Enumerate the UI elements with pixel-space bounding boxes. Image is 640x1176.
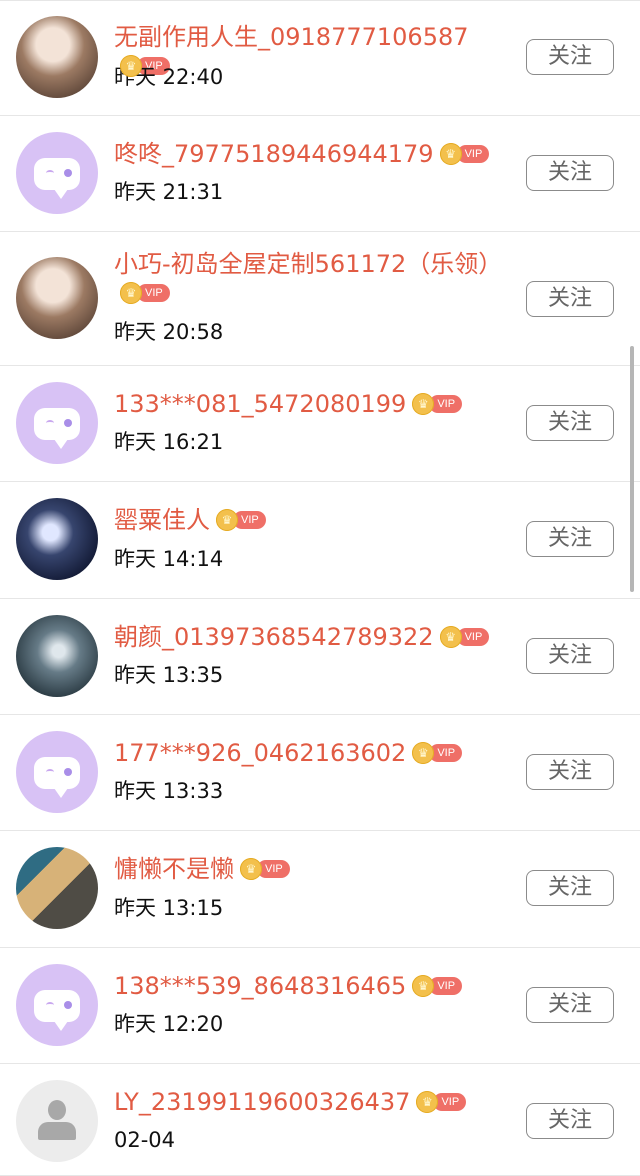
list-item[interactable]: 慵懒不是懒 ♛ VIP 昨天 13:15 关注 [0, 831, 640, 948]
avatar-eye-right [64, 419, 72, 427]
user-name-row: 133***081_5472080199 ♛ VIP [114, 390, 524, 419]
vip-badge: ♛ VIP [412, 393, 463, 415]
crown-icon: ♛ [120, 55, 142, 77]
list-item[interactable]: 无副作用人生_0918777106587 ♛ VIP 昨天 22:40 关注 [0, 0, 640, 116]
activity-time: 昨天 20:58 [114, 320, 224, 344]
user-name[interactable]: 138***539_8648316465 [114, 972, 406, 1000]
avatar[interactable] [16, 132, 98, 214]
activity-time: 昨天 13:35 [114, 663, 224, 687]
avatar[interactable] [16, 731, 98, 813]
avatar[interactable] [16, 964, 98, 1046]
avatar-eye-right [64, 768, 72, 776]
vip-badge: ♛ VIP [412, 742, 463, 764]
list-item[interactable]: 朝颜_01397368542789322 ♛ VIP 昨天 13:35 关注 [0, 599, 640, 715]
follow-button[interactable]: 关注 [526, 638, 614, 674]
vip-badge: ♛ VIP [439, 626, 490, 648]
crown-icon: ♛ [240, 858, 262, 880]
list-item[interactable]: 罂粟佳人 ♛ VIP 昨天 14:14 关注 [0, 482, 640, 599]
activity-time: 昨天 13:15 [114, 896, 224, 920]
user-name[interactable]: 咚咚_79775189446944179 [114, 140, 434, 168]
user-name[interactable]: 无副作用人生_0918777106587 [114, 23, 469, 51]
avatar[interactable] [16, 382, 98, 464]
activity-time: 昨天 14:14 [114, 547, 224, 571]
vip-badge: ♛ VIP [240, 858, 290, 880]
avatar-eye-left [46, 420, 54, 426]
follow-button[interactable]: 关注 [526, 1103, 614, 1139]
list-item[interactable]: 177***926_0462163602 ♛ VIP 昨天 13:33 关注 [0, 715, 640, 831]
avatar-eye-left [46, 170, 54, 176]
user-name[interactable]: 朝颜_01397368542789322 [114, 623, 434, 651]
user-name-row: 慵懒不是懒 ♛ VIP [114, 855, 524, 884]
user-name-row: 朝颜_01397368542789322 ♛ VIP [114, 623, 524, 652]
user-name-row: 罂粟佳人 ♛ VIP [114, 506, 524, 535]
follow-button[interactable]: 关注 [526, 281, 614, 317]
crown-icon: ♛ [412, 393, 435, 415]
list-item[interactable]: 咚咚_79775189446944179 ♛ VIP 昨天 21:31 关注 [0, 116, 640, 232]
follow-button[interactable]: 关注 [526, 870, 614, 906]
list-item[interactable]: 小巧-初岛全屋定制561172（乐领） ♛ VIP 昨天 20:58 关注 [0, 232, 640, 366]
user-name-row: 177***926_0462163602 ♛ VIP [114, 739, 524, 768]
follow-button[interactable]: 关注 [526, 521, 614, 557]
chat-bubble-icon [34, 990, 80, 1031]
avatar[interactable] [16, 847, 98, 929]
avatar[interactable] [16, 16, 98, 98]
avatar-eye-right [64, 169, 72, 177]
user-name[interactable]: 慵懒不是懒 [114, 855, 234, 883]
avatar-eye-right [64, 1001, 72, 1009]
user-name-row: 小巧-初岛全屋定制561172（乐领） ♛ VIP [114, 250, 534, 308]
user-name-row: 咚咚_79775189446944179 ♛ VIP [114, 140, 524, 169]
follower-list: 无副作用人生_0918777106587 ♛ VIP 昨天 22:40 关注 咚咚_… [0, 0, 640, 1176]
vip-label: VIP [429, 977, 463, 995]
default-user-icon-body [38, 1122, 76, 1140]
chat-bubble-icon [34, 158, 80, 199]
default-user-icon-head [48, 1100, 66, 1120]
chat-bubble-icon [34, 408, 80, 449]
user-name[interactable]: 177***926_0462163602 [114, 739, 406, 767]
activity-time: 昨天 16:21 [114, 430, 224, 454]
chat-bubble-icon [34, 757, 80, 798]
crown-icon: ♛ [439, 626, 462, 648]
vip-label: VIP [433, 1093, 467, 1111]
user-name-row: 138***539_8648316465 ♛ VIP [114, 972, 524, 1001]
avatar[interactable] [16, 498, 98, 580]
vip-label: VIP [429, 395, 463, 413]
vip-badge: ♛ VIP [412, 975, 463, 997]
follow-button[interactable]: 关注 [526, 987, 614, 1023]
crown-icon: ♛ [439, 143, 462, 165]
vip-badge: ♛ VIP [439, 143, 490, 165]
crown-icon: ♛ [120, 282, 142, 304]
follow-button[interactable]: 关注 [526, 405, 614, 441]
follow-button[interactable]: 关注 [526, 754, 614, 790]
avatar[interactable] [16, 257, 98, 339]
user-name[interactable]: 小巧-初岛全屋定制561172（乐领） [114, 250, 502, 278]
vip-label: VIP [429, 744, 463, 762]
user-name[interactable]: LY_23199119600326437 [114, 1088, 410, 1116]
crown-icon: ♛ [416, 1091, 439, 1113]
list-item[interactable]: 138***539_8648316465 ♛ VIP 昨天 12:20 关注 [0, 948, 640, 1064]
crown-icon: ♛ [412, 975, 435, 997]
user-name-row: LY_23199119600326437 ♛ VIP [114, 1088, 524, 1117]
avatar[interactable] [16, 615, 98, 697]
follow-button[interactable]: 关注 [526, 39, 614, 75]
activity-time: 昨天 21:31 [114, 180, 224, 204]
user-name[interactable]: 罂粟佳人 [114, 506, 210, 534]
vip-badge: ♛ VIP [216, 509, 266, 531]
follow-button[interactable]: 关注 [526, 155, 614, 191]
list-item[interactable]: 133***081_5472080199 ♛ VIP 昨天 16:21 关注 [0, 366, 640, 482]
crown-icon: ♛ [216, 509, 238, 531]
avatar-eye-left [46, 769, 54, 775]
vip-badge: ♛ VIP [416, 1091, 467, 1113]
list-item[interactable]: LY_23199119600326437 ♛ VIP 02-04 关注 [0, 1064, 640, 1176]
vip-badge: ♛ VIP [120, 282, 170, 304]
user-name[interactable]: 133***081_5472080199 [114, 390, 406, 418]
crown-icon: ♛ [412, 742, 435, 764]
activity-time: 昨天 12:20 [114, 1012, 224, 1036]
avatar[interactable] [16, 1080, 98, 1162]
scrollbar[interactable] [630, 346, 634, 592]
activity-time: 昨天 13:33 [114, 779, 224, 803]
activity-time: 02-04 [114, 1128, 176, 1152]
avatar-eye-left [46, 1002, 54, 1008]
